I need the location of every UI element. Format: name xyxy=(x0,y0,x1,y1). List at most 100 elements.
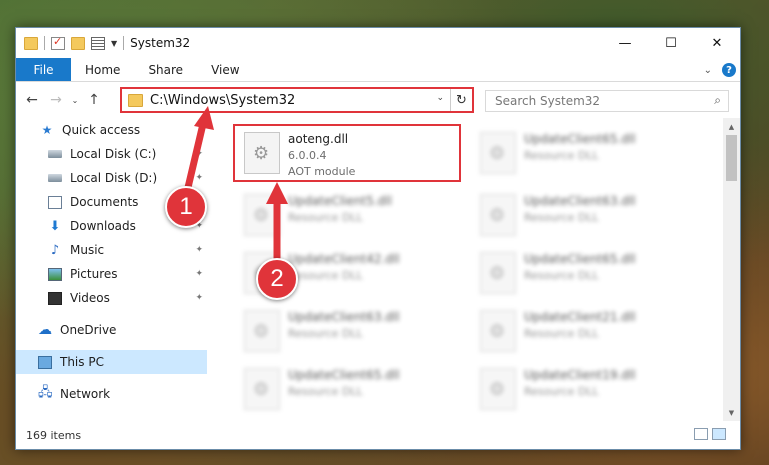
sidebar-item-label: OneDrive xyxy=(60,323,117,337)
file-meta: UpdateClient63.dll Resource DLL xyxy=(524,188,636,224)
file-type: Resource DLL xyxy=(288,211,363,224)
toolbar-separator xyxy=(123,36,125,50)
dll-file-icon xyxy=(244,132,280,174)
ribbon-tabs: File Home Share View ⌄ ? xyxy=(16,58,740,82)
file-meta: UpdateClient63.dll Resource DLL xyxy=(288,304,400,340)
search-placeholder: Search System32 xyxy=(495,94,601,108)
tab-file[interactable]: File xyxy=(16,58,71,81)
properties-check-icon[interactable] xyxy=(51,35,65,50)
sidebar-item-label: Quick access xyxy=(62,123,141,137)
back-button[interactable]: ← xyxy=(20,92,44,108)
sidebar-item-local-disk-c[interactable]: Local Disk (C:) ✦ xyxy=(16,142,207,166)
file-meta: UpdateClient65.dll Resource DLL xyxy=(524,126,636,162)
drive-icon xyxy=(48,174,62,182)
dll-file-icon xyxy=(244,310,280,352)
minimize-button[interactable]: — xyxy=(602,28,648,58)
music-icon: ♪ xyxy=(50,242,60,258)
file-item[interactable]: UpdateClient63.dll Resource DLL xyxy=(472,188,698,244)
sidebar-item-pictures[interactable]: Pictures ✦ xyxy=(16,262,207,286)
sidebar-item-label: Pictures xyxy=(70,267,118,281)
callout-badge-2: 2 xyxy=(256,258,298,300)
navigation-pane[interactable]: ★ Quick access Local Disk (C:) ✦ Local D… xyxy=(16,118,207,421)
content-area: ★ Quick access Local Disk (C:) ✦ Local D… xyxy=(16,118,740,421)
file-meta: aoteng.dll 6.0.0.4 AOT module xyxy=(288,126,355,178)
file-item[interactable]: UpdateClient65.dll Resource DLL xyxy=(472,126,698,182)
file-name: UpdateClient63.dll xyxy=(524,194,636,208)
sidebar-item-label: Music xyxy=(70,243,105,257)
file-name: UpdateClient65.dll xyxy=(524,132,636,146)
folder-icon xyxy=(128,93,143,107)
dll-file-icon xyxy=(480,132,516,174)
star-icon: ★ xyxy=(41,123,53,137)
tab-home[interactable]: Home xyxy=(71,58,134,81)
search-input[interactable]: Search System32 ⌕ xyxy=(485,90,729,112)
customize-toolbar-chevron-icon[interactable]: ▼ xyxy=(111,39,117,48)
help-icon[interactable]: ? xyxy=(722,63,736,77)
scroll-up-arrow-icon[interactable]: ▲ xyxy=(723,118,740,135)
vertical-scrollbar[interactable]: ▲ ▼ xyxy=(723,118,740,421)
sidebar-item-onedrive[interactable]: ☁ OneDrive xyxy=(16,318,207,342)
tiles-view-icon[interactable] xyxy=(712,428,726,440)
refresh-button[interactable]: ↻ xyxy=(450,89,472,111)
tab-share[interactable]: Share xyxy=(134,58,197,81)
scrollbar-thumb[interactable] xyxy=(726,135,737,181)
close-button[interactable]: ✕ xyxy=(694,28,740,58)
file-item[interactable]: UpdateClient19.dll Resource DLL xyxy=(472,362,698,418)
sidebar-item-label: Local Disk (C:) xyxy=(70,147,157,161)
tab-view[interactable]: View xyxy=(197,58,253,81)
file-type: AOT module xyxy=(288,165,356,178)
maximize-button[interactable]: ☐ xyxy=(648,28,694,58)
pin-icon: ✦ xyxy=(195,293,203,303)
file-type: Resource DLL xyxy=(288,327,363,340)
address-path[interactable]: C:\Windows\System32 xyxy=(150,93,295,108)
videos-icon xyxy=(48,291,62,305)
file-item[interactable]: UpdateClient63.dll Resource DLL xyxy=(236,304,462,360)
sidebar-item-network[interactable]: 🖧 Network xyxy=(16,382,207,406)
forward-button[interactable]: → xyxy=(44,92,68,108)
file-type: Resource DLL xyxy=(524,211,599,224)
file-item-aoteng[interactable]: aoteng.dll 6.0.0.4 AOT module xyxy=(236,126,462,182)
network-icon: 🖧 xyxy=(38,385,53,400)
file-name: UpdateClient5.dll xyxy=(288,194,392,208)
item-count: 169 items xyxy=(26,428,82,442)
file-item[interactable]: UpdateClient21.dll Resource DLL xyxy=(472,304,698,360)
new-folder-icon[interactable] xyxy=(71,36,85,50)
sidebar-item-label: This PC xyxy=(60,355,104,369)
file-meta: UpdateClient21.dll Resource DLL xyxy=(524,304,636,340)
file-type: Resource DLL xyxy=(524,327,599,340)
title-bar: ▼ System32 — ☐ ✕ xyxy=(16,28,740,58)
file-type: Resource DLL xyxy=(288,269,363,282)
expand-ribbon-chevron-icon[interactable]: ⌄ xyxy=(704,65,712,76)
sidebar-item-this-pc[interactable]: This PC xyxy=(16,350,207,374)
address-bar[interactable]: C:\Windows\System32 ⌄ ↻ xyxy=(120,87,474,113)
file-name: UpdateClient21.dll xyxy=(524,310,636,324)
file-item[interactable]: UpdateClient65.dll Resource DLL xyxy=(236,362,462,418)
address-dropdown-chevron-icon[interactable]: ⌄ xyxy=(436,93,444,103)
sidebar-item-music[interactable]: ♪ Music ✦ xyxy=(16,238,207,262)
file-name: aoteng.dll xyxy=(288,132,349,146)
properties-icon[interactable] xyxy=(91,36,105,50)
up-button[interactable]: ↑ xyxy=(82,92,106,108)
file-meta: UpdateClient65.dll Resource DLL xyxy=(524,246,636,282)
drive-icon xyxy=(48,150,62,158)
dll-file-icon xyxy=(480,310,516,352)
file-meta: UpdateClient65.dll Resource DLL xyxy=(288,362,400,398)
file-item[interactable]: UpdateClient5.dll Resource DLL xyxy=(236,188,462,244)
file-type: Resource DLL xyxy=(524,269,599,282)
file-name: UpdateClient42.dll xyxy=(288,252,400,266)
recent-locations-chevron-icon[interactable]: ⌄ xyxy=(68,96,82,105)
file-item[interactable]: UpdateClient65.dll Resource DLL xyxy=(472,246,698,302)
dll-file-icon xyxy=(244,194,280,236)
details-view-icon[interactable] xyxy=(694,428,708,440)
ribbon-controls: ⌄ ? xyxy=(704,58,736,82)
sidebar-item-quick-access[interactable]: ★ Quick access xyxy=(16,118,207,142)
sidebar-item-videos[interactable]: Videos ✦ xyxy=(16,286,207,310)
dll-file-icon xyxy=(480,368,516,410)
pin-icon: ✦ xyxy=(195,173,203,183)
cloud-icon: ☁ xyxy=(38,322,52,338)
file-version: 6.0.0.4 xyxy=(288,149,327,162)
scroll-down-arrow-icon[interactable]: ▼ xyxy=(723,404,740,421)
dll-file-icon xyxy=(480,252,516,294)
